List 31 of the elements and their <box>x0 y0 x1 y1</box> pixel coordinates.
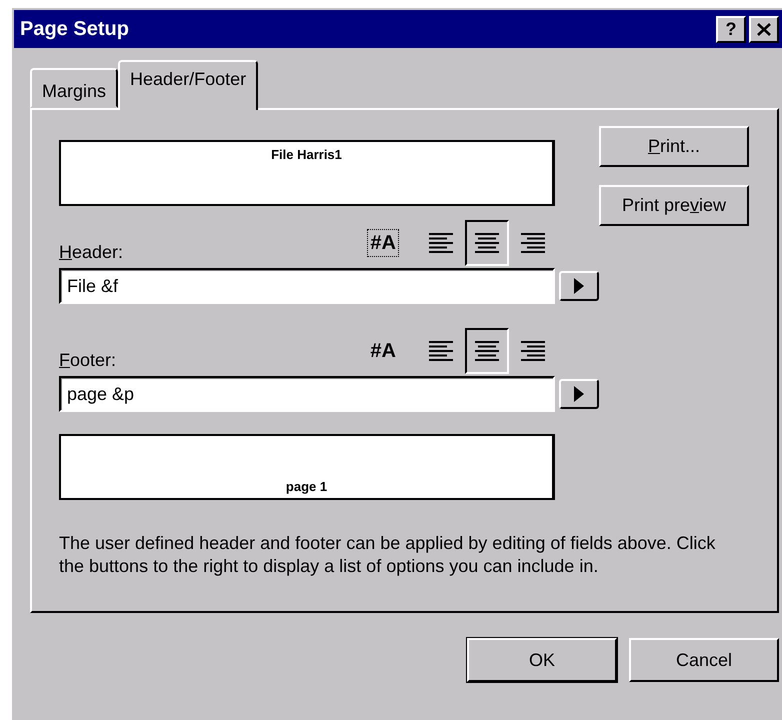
tab[interactable]: Header/Footer <box>118 60 258 110</box>
close-button[interactable] <box>749 16 779 42</box>
align-center-button[interactable] <box>465 220 509 266</box>
footer-label: Footer: <box>59 349 116 372</box>
align-left-icon <box>428 340 454 362</box>
print-preview-button[interactable]: Print preview <box>599 185 749 226</box>
close-icon <box>757 22 771 36</box>
help-button[interactable]: ? <box>716 16 746 42</box>
header-label: Header: <box>59 241 124 264</box>
preview-text: File Harris1 <box>271 147 342 162</box>
cancel-button[interactable]: Cancel <box>629 638 779 682</box>
insert-button[interactable] <box>559 379 599 409</box>
align-right-icon <box>520 232 546 254</box>
font-button[interactable]: #A <box>367 229 399 257</box>
align-left-icon <box>428 232 454 254</box>
header-field[interactable]: File &f <box>59 268 555 304</box>
align-center-button[interactable] <box>465 328 509 374</box>
align-right-icon <box>520 340 546 362</box>
triangle-icon <box>573 277 585 295</box>
description-text: The user defined header and footer can be applied by editing of fields above. Click the buttons to the right to display a list of options you can include in. <box>59 532 716 577</box>
triangle-icon <box>573 385 585 403</box>
align-center-icon <box>474 340 500 362</box>
footer-field[interactable]: page &p <box>59 376 555 412</box>
print-button[interactable]: Print... <box>599 126 749 167</box>
ok-button[interactable]: OK <box>467 638 617 682</box>
insert-button[interactable] <box>559 271 599 301</box>
window-title: Page Setup <box>20 17 130 42</box>
preview-text: page 1 <box>286 478 328 496</box>
align-center-icon <box>474 232 500 254</box>
tab[interactable]: Margins <box>30 68 118 108</box>
font-button[interactable]: #A <box>367 337 399 365</box>
